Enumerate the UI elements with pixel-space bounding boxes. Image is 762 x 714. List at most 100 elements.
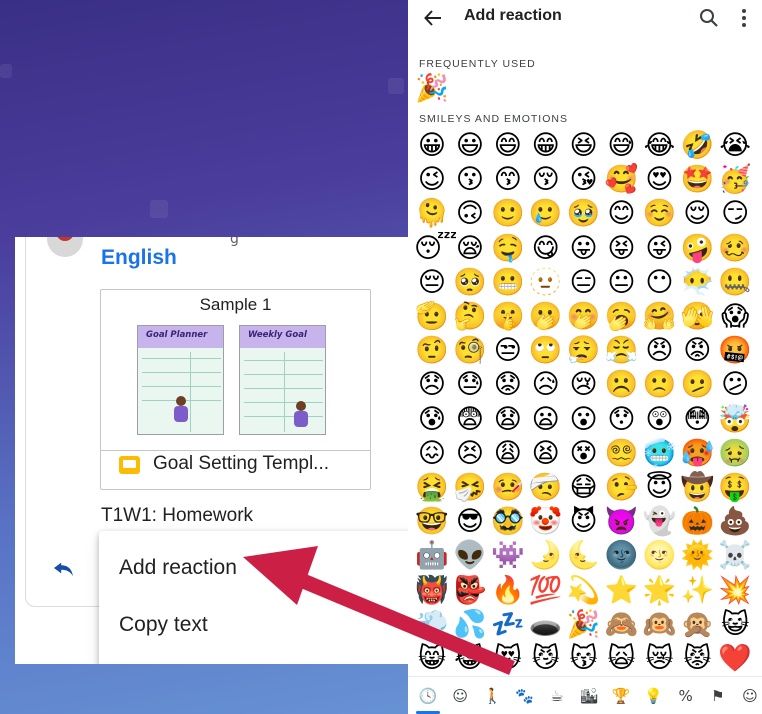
emoji-button[interactable]: 😠: [641, 333, 677, 369]
attachment-card[interactable]: Sample 1 Goal Planner Weekly Goal Goal S…: [100, 289, 371, 490]
emoji-button[interactable]: 😀: [414, 128, 450, 164]
emoji-button[interactable]: 🤬: [717, 333, 753, 369]
more-vertical-icon[interactable]: [741, 8, 747, 28]
animal-icon[interactable]: 🐾: [513, 684, 537, 708]
emoji-button[interactable]: ☠️: [717, 538, 753, 574]
emoji-button[interactable]: 😬: [490, 265, 526, 301]
emoji-button[interactable]: 😶‍🌫️: [679, 265, 715, 301]
emoji-button[interactable]: 😛: [566, 231, 602, 267]
emoji-button[interactable]: 🫢: [528, 299, 564, 335]
emoji-button[interactable]: 😢: [566, 367, 602, 403]
emoji-button[interactable]: 😧: [490, 402, 526, 438]
emoji-button[interactable]: 🫠: [414, 196, 450, 232]
emoji-button[interactable]: 🕳️: [528, 607, 564, 643]
emoji-button[interactable]: 😣: [452, 436, 488, 472]
smiley-icon[interactable]: ☺: [448, 684, 472, 708]
emoji-button[interactable]: 😓: [452, 367, 488, 403]
emoji-button[interactable]: 💥: [717, 573, 753, 609]
emoji-button[interactable]: 😺: [717, 607, 753, 643]
emoji-button[interactable]: 😮: [566, 402, 602, 438]
search-icon[interactable]: [699, 8, 719, 28]
emoji-button[interactable]: 😩: [490, 436, 526, 472]
emoji-button[interactable]: 🤩: [679, 162, 715, 198]
emoji-button[interactable]: 😥: [528, 367, 564, 403]
reply-icon[interactable]: [52, 559, 74, 577]
emoji-button[interactable]: 😤: [604, 333, 640, 369]
emoji-button[interactable]: 😼: [528, 641, 564, 677]
emoji-button[interactable]: ☺️: [641, 196, 677, 232]
emoji-button[interactable]: 😗: [452, 162, 488, 198]
emoji-button[interactable]: 🤓: [414, 504, 450, 540]
arrow-left-icon[interactable]: [424, 9, 442, 27]
emoji-button[interactable]: 🤐: [717, 265, 753, 301]
emoji-button[interactable]: 😲: [641, 402, 677, 438]
emoji-button[interactable]: 🫡: [414, 299, 450, 335]
emoji-button[interactable]: 😟: [490, 367, 526, 403]
emoji-button[interactable]: 🤨: [414, 333, 450, 369]
emoji-button[interactable]: 🙄: [528, 333, 564, 369]
emoji-button[interactable]: 😍: [641, 162, 677, 198]
emoji-button[interactable]: 🤮: [414, 470, 450, 506]
emoji-button[interactable]: 💨: [414, 607, 450, 643]
menu-item-copy-text[interactable]: Copy text: [99, 597, 410, 653]
emoji-button[interactable]: 😐: [604, 265, 640, 301]
emoji-button[interactable]: 🤕: [528, 470, 564, 506]
emoji-button[interactable]: 🥴: [717, 231, 753, 267]
emoji-button[interactable]: ❤️: [717, 641, 753, 677]
emoji-button[interactable]: 😙: [490, 162, 526, 198]
emoji-button[interactable]: 🙉: [641, 607, 677, 643]
emoji-button[interactable]: 😸: [414, 641, 450, 677]
emoji-button[interactable]: 🙁: [641, 367, 677, 403]
emoji-button[interactable]: 💤: [490, 607, 526, 643]
emoji-button[interactable]: 😋: [528, 231, 564, 267]
emoji-button[interactable]: 🤯: [717, 402, 753, 438]
emoji-button[interactable]: 😒: [490, 333, 526, 369]
emoji-button[interactable]: 🌚: [604, 538, 640, 574]
emoji-button[interactable]: 😶: [641, 265, 677, 301]
activity-icon[interactable]: 🏆: [609, 684, 633, 708]
travel-icon[interactable]: 🏙: [577, 684, 601, 708]
emoji-button[interactable]: 😂: [641, 128, 677, 164]
flag-icon[interactable]: ⚑: [706, 684, 730, 708]
emoji-button[interactable]: 🤫: [490, 299, 526, 335]
emoji-button[interactable]: 🫥: [528, 265, 564, 301]
emoji-button[interactable]: 👿: [604, 504, 640, 540]
emoji-button[interactable]: 🤭: [566, 299, 602, 335]
emoji-button[interactable]: 🧐: [452, 333, 488, 369]
clock-icon[interactable]: 🕓: [416, 684, 440, 708]
emoji-button[interactable]: 😿: [641, 641, 677, 677]
emoji-button[interactable]: 🤧: [452, 470, 488, 506]
emoji-button[interactable]: 😨: [452, 402, 488, 438]
emoji-button[interactable]: 😘: [566, 162, 602, 198]
emoji-button[interactable]: 🥱: [604, 299, 640, 335]
emoji-button[interactable]: ✨: [679, 573, 715, 609]
emoji-button[interactable]: 😃: [452, 128, 488, 164]
emoji-button[interactable]: 🫣: [679, 299, 715, 335]
emoji-button[interactable]: 🥲: [528, 196, 564, 232]
emoji-button[interactable]: 🌝: [641, 538, 677, 574]
emoji-button[interactable]: 😱: [717, 299, 753, 335]
emoji-button[interactable]: 😹: [452, 641, 488, 677]
menu-item-add-reaction[interactable]: Add reaction: [99, 540, 410, 596]
emoji-button[interactable]: 🤠: [679, 470, 715, 506]
food-icon[interactable]: ☕: [545, 684, 569, 708]
emoji-button[interactable]: 🤖: [414, 538, 450, 574]
emoji-button[interactable]: 😽: [566, 641, 602, 677]
emoji-button[interactable]: 🥶: [641, 436, 677, 472]
emoji-button[interactable]: 🤑: [717, 470, 753, 506]
emoji-button[interactable]: 😵: [566, 436, 602, 472]
emoji-button[interactable]: 🙈: [604, 607, 640, 643]
emoji-button[interactable]: 🙃: [452, 196, 488, 232]
person-icon[interactable]: 🚶: [480, 684, 504, 708]
emoji-button[interactable]: 😯: [604, 402, 640, 438]
emoji-button[interactable]: 🙀: [604, 641, 640, 677]
emoji-button[interactable]: 🔥: [490, 573, 526, 609]
emoji-button[interactable]: 🥸: [490, 504, 526, 540]
emoji-button[interactable]: 😁: [528, 128, 564, 164]
emoji-button[interactable]: 😊: [604, 196, 640, 232]
emoji-button[interactable]: 😆: [566, 128, 602, 164]
emoji-button[interactable]: ☹️: [604, 367, 640, 403]
emoji-button[interactable]: 😷: [566, 470, 602, 506]
emoji-button[interactable]: 🌞: [679, 538, 715, 574]
emoji-button[interactable]: 🤢: [717, 436, 753, 472]
